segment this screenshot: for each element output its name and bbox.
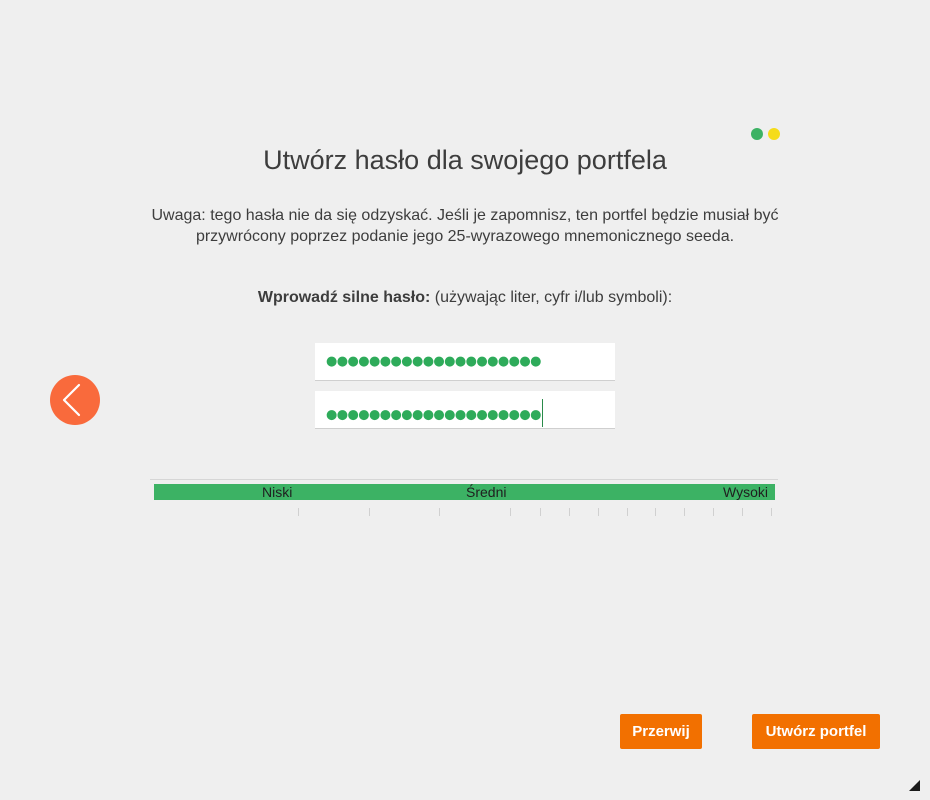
password-input[interactable]: ●●●●●●●●●●●●●●●●●●●● xyxy=(315,343,615,381)
password-prompt-rest: (używając liter, cyfr i/lub symboli): xyxy=(430,289,673,306)
chevron-left-icon xyxy=(62,383,81,417)
scale-tick xyxy=(540,508,541,516)
strength-label-high: Wysoki xyxy=(723,484,768,500)
step-dot-1 xyxy=(751,128,763,140)
strength-meter-divider xyxy=(150,479,778,480)
scale-tick xyxy=(627,508,628,516)
scale-tick xyxy=(598,508,599,516)
scale-tick xyxy=(713,508,714,516)
strength-label-low: Niski xyxy=(262,484,293,500)
create-wallet-button[interactable]: Utwórz portfel xyxy=(752,714,880,749)
password-prompt-bold: Wprowadź silne hasło: xyxy=(257,289,431,306)
step-indicator xyxy=(751,128,780,140)
scale-tick xyxy=(655,508,656,516)
password-prompt: Wprowadź silne hasło: (używając liter, c… xyxy=(0,289,930,307)
password-confirm-input[interactable]: ●●●●●●●●●●●●●●●●●●●● xyxy=(315,391,615,429)
password-strength-meter: Niski Średni Wysoki xyxy=(154,484,775,500)
resize-grip-icon[interactable] xyxy=(909,780,920,791)
password-confirm-mask: ●●●●●●●●●●●●●●●●●●●● xyxy=(326,399,543,429)
scale-tick xyxy=(369,508,370,516)
cancel-button[interactable]: Przerwij xyxy=(620,714,702,749)
password-mask: ●●●●●●●●●●●●●●●●●●●● xyxy=(326,354,541,369)
scale-tick xyxy=(684,508,685,516)
text-caret xyxy=(541,399,543,427)
scale-tick xyxy=(439,508,440,516)
page-title: Utwórz hasło dla swojego portfela xyxy=(263,145,667,175)
scale-tick xyxy=(510,508,511,516)
password-confirm-mask-text: ●●●●●●●●●●●●●●●●●●●● xyxy=(326,407,541,423)
scale-tick xyxy=(771,508,772,516)
strength-label-medium: Średni xyxy=(466,484,507,500)
strength-meter-scale xyxy=(0,508,930,518)
back-button[interactable] xyxy=(50,375,100,425)
step-dot-2 xyxy=(768,128,780,140)
scale-tick xyxy=(742,508,743,516)
warning-text: Uwaga: tego hasła nie da się odzyskać. J… xyxy=(151,207,779,245)
scale-tick xyxy=(569,508,570,516)
scale-tick xyxy=(298,508,299,516)
